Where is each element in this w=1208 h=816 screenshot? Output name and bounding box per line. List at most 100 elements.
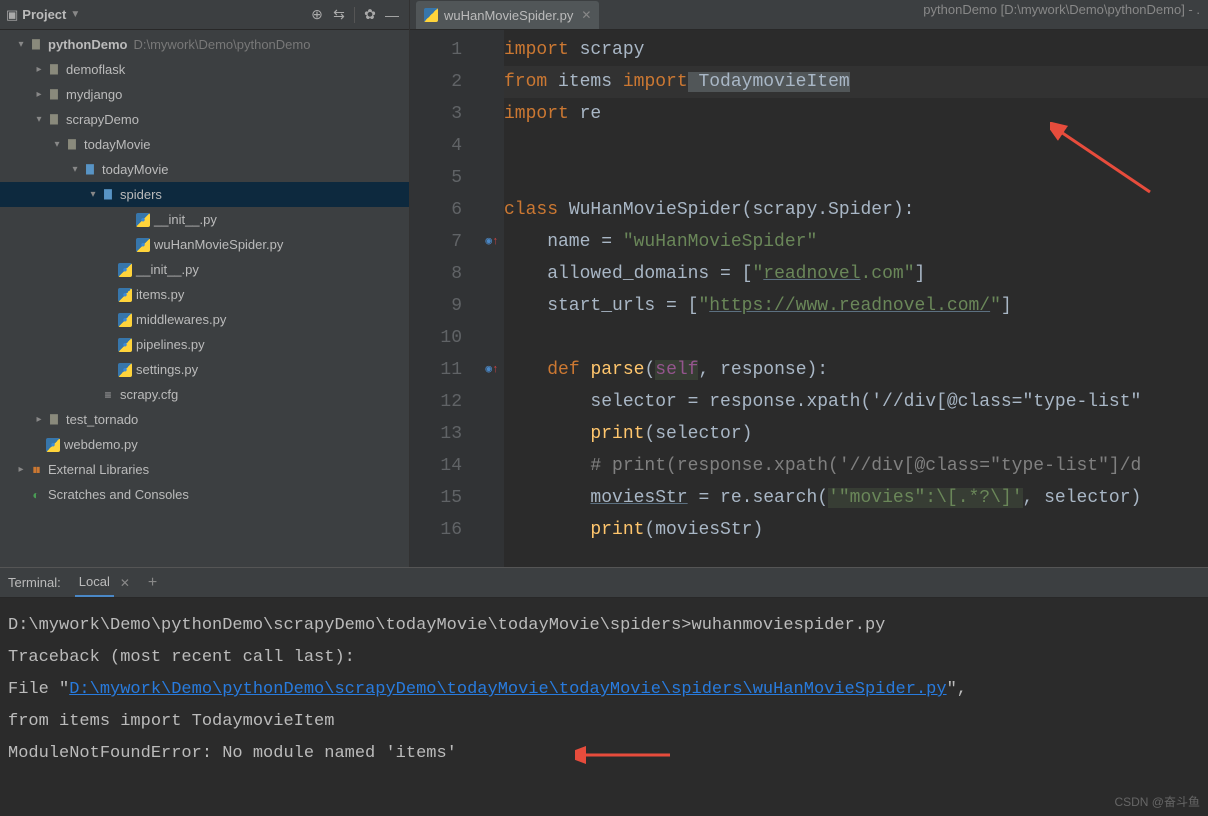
chevron-icon[interactable]: ▸ — [32, 414, 46, 425]
sidebar-header: ▣ Project ▼ ⊕ ⇆ ✿ — — [0, 0, 409, 30]
line-number[interactable]: 7 — [410, 226, 480, 258]
tree-item-name: pipelines.py — [136, 337, 205, 352]
line-number[interactable]: 1 — [410, 34, 480, 66]
line-number[interactable]: 12 — [410, 386, 480, 418]
scratches-consoles[interactable]: Scratches and Consoles — [0, 482, 409, 507]
chevron-icon[interactable]: ▸ — [32, 89, 46, 100]
tree-item-name: middlewares.py — [136, 312, 226, 327]
terminal-line: Traceback (most recent call last): — [8, 642, 1200, 674]
line-number[interactable]: 2 — [410, 66, 480, 98]
close-icon[interactable]: ✕ — [120, 576, 130, 590]
window-title: pythonDemo [D:\mywork\Demo\pythonDemo] -… — [915, 0, 1208, 19]
chevron-icon[interactable]: ▾ — [14, 39, 28, 50]
terminal-line: D:\mywork\Demo\pythonDemo\scrapyDemo\tod… — [8, 610, 1200, 642]
scratch-icon — [28, 487, 44, 503]
close-icon[interactable]: ✕ — [581, 8, 591, 22]
line-number[interactable]: 8 — [410, 258, 480, 290]
tree-root[interactable]: ▾ pythonDemo D:\mywork\Demo\pythonDemo — [0, 32, 409, 57]
tree-item[interactable]: settings.py — [0, 357, 409, 382]
tree-item-name: items.py — [136, 287, 184, 302]
locate-icon[interactable]: ⊕ — [306, 4, 328, 26]
tree-item[interactable]: ▸ demoflask — [0, 57, 409, 82]
tree-item[interactable]: __init__.py — [0, 257, 409, 282]
tree-root-name: pythonDemo — [48, 37, 127, 52]
project-tree: ▾ pythonDemo D:\mywork\Demo\pythonDemo ▸… — [0, 30, 409, 567]
project-icon: ▣ — [6, 7, 18, 23]
tree-item[interactable]: __init__.py — [0, 207, 409, 232]
line-number[interactable]: 3 — [410, 98, 480, 130]
gear-icon[interactable]: ✿ — [359, 4, 381, 26]
py-icon — [136, 238, 150, 252]
tree-item[interactable]: middlewares.py — [0, 307, 409, 332]
tree-item-name: demoflask — [66, 62, 125, 77]
tree-item[interactable]: webdemo.py — [0, 432, 409, 457]
tree-root-path: D:\mywork\Demo\pythonDemo — [133, 37, 310, 52]
tab-name: wuHanMovieSpider.py — [444, 8, 573, 23]
tree-item-name: wuHanMovieSpider.py — [154, 237, 283, 252]
add-terminal-icon[interactable]: + — [148, 574, 157, 592]
folder-icon — [64, 137, 80, 153]
terminal-tab[interactable]: Local — [75, 568, 114, 597]
tree-item[interactable]: items.py — [0, 282, 409, 307]
line-number[interactable]: 11 — [410, 354, 480, 386]
line-number[interactable]: 6 — [410, 194, 480, 226]
py-icon — [46, 438, 60, 452]
tree-item[interactable]: ▾todayMovie — [0, 132, 409, 157]
folder-blue-icon — [82, 162, 98, 178]
py-icon — [118, 313, 132, 327]
tree-item[interactable]: pipelines.py — [0, 332, 409, 357]
chevron-icon[interactable]: ▾ — [68, 164, 82, 175]
chevron-icon[interactable]: ▸ — [32, 64, 46, 75]
watermark: CSDN @奋斗鱼 — [1114, 793, 1200, 810]
py-icon — [118, 338, 132, 352]
terminal-output[interactable]: D:\mywork\Demo\pythonDemo\scrapyDemo\tod… — [0, 598, 1208, 782]
file-link[interactable]: D:\mywork\Demo\pythonDemo\scrapyDemo\tod… — [69, 680, 946, 699]
tree-item[interactable]: ▾ scrapyDemo — [0, 107, 409, 132]
folder-icon — [46, 62, 62, 78]
line-number[interactable]: 16 — [410, 514, 480, 546]
external-libraries[interactable]: ▸ External Libraries — [0, 457, 409, 482]
tree-item-name: spiders — [120, 187, 162, 202]
line-number[interactable]: 5 — [410, 162, 480, 194]
editor-tab[interactable]: wuHanMovieSpider.py ✕ — [416, 1, 599, 29]
tree-item[interactable]: wuHanMovieSpider.py — [0, 232, 409, 257]
chevron-icon[interactable]: ▾ — [86, 189, 100, 200]
line-number[interactable]: 10 — [410, 322, 480, 354]
collapse-icon[interactable]: ⇆ — [328, 4, 350, 26]
tree-item[interactable]: scrapy.cfg — [0, 382, 409, 407]
tree-item-name: __init__.py — [136, 262, 199, 277]
chevron-icon[interactable]: ▾ — [32, 114, 46, 125]
sidebar-title[interactable]: Project — [22, 7, 66, 22]
tree-item-name: webdemo.py — [64, 437, 138, 452]
py-icon — [118, 363, 132, 377]
code-area[interactable]: 12345678910111213141516 ◉↑ ◉↑ import scr… — [410, 30, 1208, 567]
folder-blue-icon — [100, 187, 116, 203]
terminal-panel: Terminal: Local ✕ + D:\mywork\Demo\pytho… — [0, 567, 1208, 816]
line-number[interactable]: 13 — [410, 418, 480, 450]
tree-item[interactable]: ▸mydjango — [0, 82, 409, 107]
project-folder-icon — [28, 37, 44, 53]
terminal-header: Terminal: Local ✕ + — [0, 568, 1208, 598]
tree-item-name: scrapyDemo — [66, 112, 139, 127]
terminal-line: ModuleNotFoundError: No module named 'it… — [8, 738, 1200, 770]
line-number[interactable]: 9 — [410, 290, 480, 322]
terminal-line: File "D:\mywork\Demo\pythonDemo\scrapyDe… — [8, 674, 1200, 706]
code-content[interactable]: import scrapy from items import Todaymov… — [504, 30, 1208, 567]
tree-item[interactable]: ▾ spiders — [0, 182, 409, 207]
tree-item-name: todayMovie — [102, 162, 168, 177]
chevron-down-icon[interactable]: ▼ — [70, 9, 80, 20]
line-number[interactable]: 15 — [410, 482, 480, 514]
tree-item-name: __init__.py — [154, 212, 217, 227]
folder-icon — [46, 87, 62, 103]
py-icon — [136, 213, 150, 227]
hide-icon[interactable]: — — [381, 4, 403, 26]
gutter-marks: ◉↑ ◉↑ — [480, 30, 504, 567]
chevron-icon[interactable]: ▾ — [50, 139, 64, 150]
line-number[interactable]: 4 — [410, 130, 480, 162]
py-icon — [118, 263, 132, 277]
tree-item[interactable]: ▸test_tornado — [0, 407, 409, 432]
py-icon — [118, 288, 132, 302]
line-number[interactable]: 14 — [410, 450, 480, 482]
chevron-icon[interactable]: ▸ — [14, 464, 28, 475]
tree-item[interactable]: ▾ todayMovie — [0, 157, 409, 182]
